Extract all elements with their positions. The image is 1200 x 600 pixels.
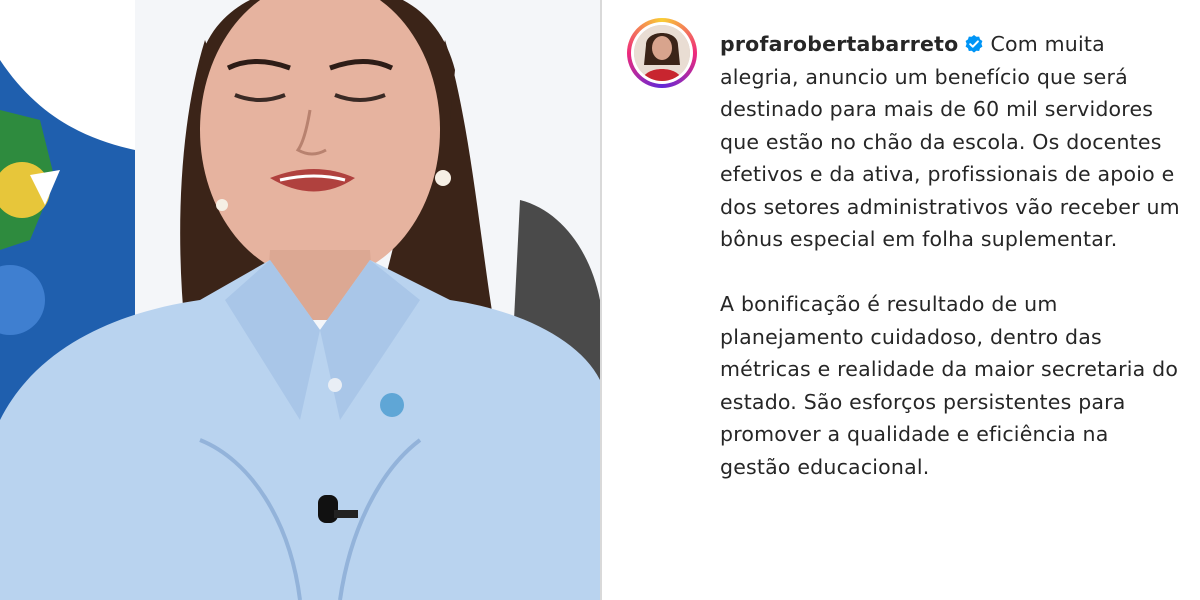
username-link[interactable]: profarobertabarreto [720, 32, 958, 56]
caption-text-lead: Com muita alegria, anuncio um benefício … [720, 32, 1180, 251]
avatar[interactable] [634, 25, 690, 81]
post-caption: profarobertabarreto Com muita alegria, an… [720, 28, 1182, 483]
verified-badge-icon [966, 35, 983, 53]
caption-paragraph-2: A bonificação é resultado de um planejam… [720, 292, 1179, 479]
photo-illustration [0, 0, 600, 600]
screenshot-composite: profarobertabarreto Com muita alegria, an… [0, 0, 1200, 600]
caption-panel: profarobertabarreto Com muita alegria, an… [602, 0, 1200, 600]
avatar-image [634, 25, 690, 81]
caption-paragraph-1: profarobertabarreto Com muita alegria, an… [720, 28, 1182, 256]
story-ring[interactable] [627, 18, 697, 88]
post-photo[interactable] [0, 0, 600, 600]
